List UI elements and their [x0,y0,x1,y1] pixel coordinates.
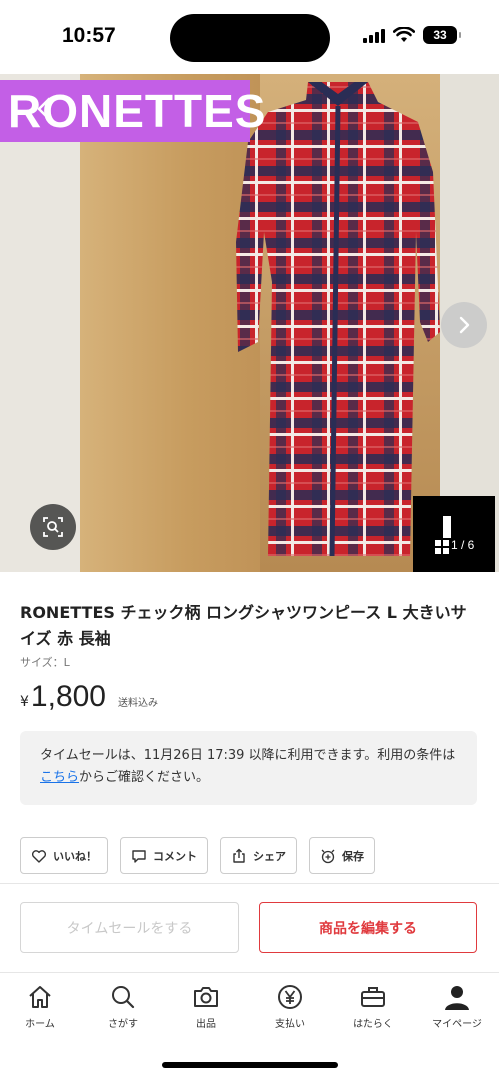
home-icon [29,986,51,1008]
tab-search[interactable]: さがす [83,983,163,1030]
dynamic-island [170,14,330,62]
tab-payment[interactable]: 支払い [250,983,330,1030]
share-button[interactable]: シェア [220,837,297,874]
time-sale-notice: タイムセールは、11月26日 17:39 以降に利用できます。利用の条件はこちら… [20,731,477,805]
heart-icon [31,849,47,863]
briefcase-icon [361,987,385,1007]
status-bar: 10:57 33 [0,0,499,74]
image-counter: 1 / 6 [451,538,475,552]
comment-button[interactable]: コメント [120,837,208,874]
price-row: ¥ 1,800 送料込み [20,680,158,714]
tab-listing[interactable]: 出品 [166,983,246,1030]
back-icon[interactable] [28,92,62,126]
person-icon [445,986,469,1010]
grid-icon [435,540,449,554]
divider [0,883,499,884]
like-button[interactable]: いいね！ [20,837,108,874]
image-search-icon [43,517,63,537]
tab-work[interactable]: はたらく [333,983,413,1030]
tab-mypage-label: マイページ [432,1019,482,1030]
shipping-note: 送料込み [118,698,158,709]
product-photo[interactable]: RONETTES 1 / 6 [0,74,499,572]
comment-icon [132,849,146,863]
action-chips: いいね！ コメント シェア 保存 [20,837,375,874]
save-icon [321,849,335,863]
edit-item-button[interactable]: 商品を編集する [259,902,477,953]
image-thumbnail-counter[interactable]: 1 / 6 [413,496,495,572]
thumbnail-mark [443,516,451,538]
product-price: 1,800 [30,680,106,713]
tab-listing-label: 出品 [196,1019,216,1030]
battery-icon: 33 [423,26,461,44]
tab-home[interactable]: ホーム [0,983,80,1030]
wifi-icon [393,27,415,42]
share-label: シェア [253,849,286,863]
status-icons: 33 [363,26,461,44]
plaid-dress-image [236,82,440,556]
status-time: 10:57 [62,24,116,47]
tab-home-label: ホーム [25,1019,55,1030]
like-label: いいね！ [53,849,97,863]
search-icon [112,986,135,1009]
photo-background-wall [0,74,80,572]
cellular-signal-icon [363,27,385,43]
product-size: サイズ：L [20,656,70,669]
notice-text: タイムセールは、11月26日 17:39 以降に利用できます。利用の条件は [40,748,456,763]
tab-payment-label: 支払い [275,1019,305,1030]
time-sale-button[interactable]: タイムセールをする [20,902,239,953]
next-image-button[interactable] [441,302,487,348]
tab-search-label: さがす [108,1019,138,1030]
save-label: 保存 [342,849,364,863]
currency-symbol: ¥ [20,694,29,710]
notice-text-end: からご確認ください。 [79,770,210,785]
notice-link[interactable]: こちら [40,770,79,785]
comment-label: コメント [153,849,197,863]
next-arrow-icon [459,316,470,334]
camera-icon [194,987,218,1007]
tab-work-label: はたらく [353,1019,393,1030]
share-icon [233,848,245,863]
save-button[interactable]: 保存 [309,837,375,874]
yen-icon [278,985,302,1009]
tab-mypage[interactable]: マイページ [417,983,497,1030]
home-indicator [162,1062,338,1068]
image-search-button[interactable] [30,504,76,550]
product-title: RONETTES チェック柄 ロングシャツワンピース L 大きいサイズ 赤 長袖 [20,603,467,648]
